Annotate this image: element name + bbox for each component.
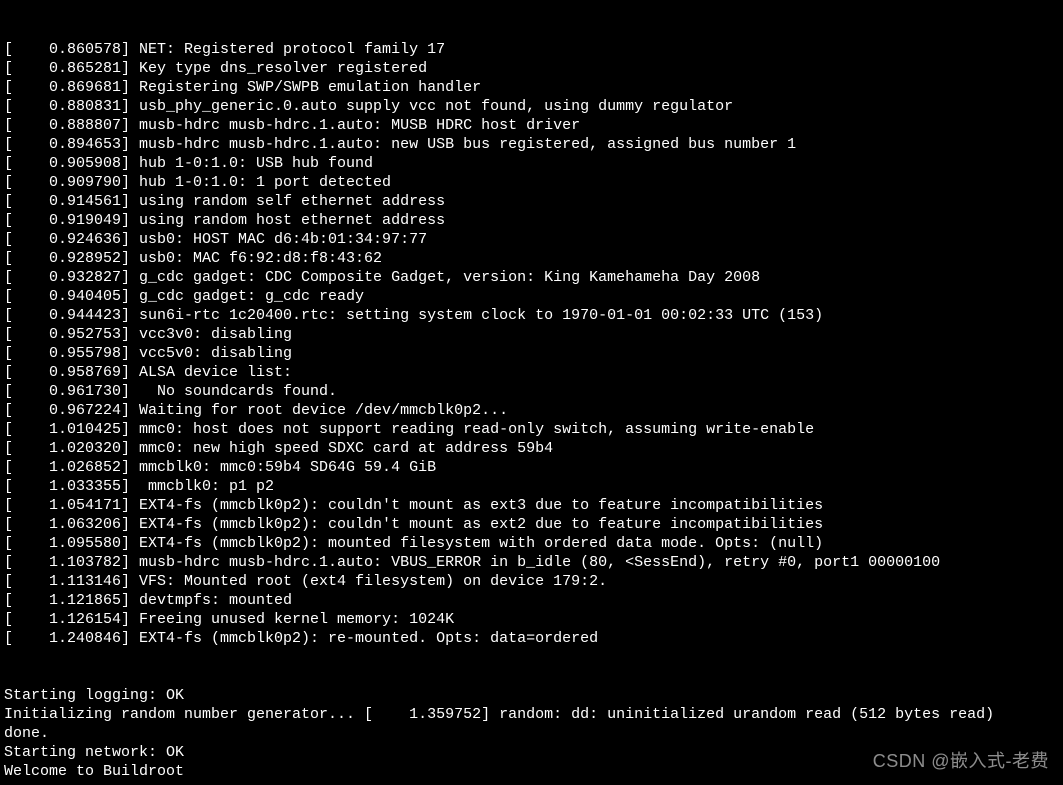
kernel-log-line: [ 0.880831] usb_phy_generic.0.auto suppl… [4,97,1059,116]
kernel-log-line: [ 0.961730] No soundcards found. [4,382,1059,401]
terminal-output[interactable]: [ 0.860578] NET: Registered protocol fam… [0,0,1063,785]
kernel-log-line: [ 0.944423] sun6i-rtc 1c20400.rtc: setti… [4,306,1059,325]
kernel-log-line: [ 0.909790] hub 1-0:1.0: 1 port detected [4,173,1059,192]
kernel-log-line: [ 1.033355] mmcblk0: p1 p2 [4,477,1059,496]
log-line: done. [4,724,1059,743]
kernel-log-line: [ 0.894653] musb-hdrc musb-hdrc.1.auto: … [4,135,1059,154]
kernel-log-line: [ 0.952753] vcc3v0: disabling [4,325,1059,344]
kernel-log-line: [ 0.865281] Key type dns_resolver regist… [4,59,1059,78]
kernel-log-line: [ 1.010425] mmc0: host does not support … [4,420,1059,439]
kernel-log-line: [ 1.240846] EXT4-fs (mmcblk0p2): re-moun… [4,629,1059,648]
userland-log-block: Starting logging: OKInitializing random … [4,686,1059,781]
kernel-log-block: [ 0.860578] NET: Registered protocol fam… [4,40,1059,648]
kernel-log-line: [ 0.924636] usb0: HOST MAC d6:4b:01:34:9… [4,230,1059,249]
kernel-log-line: [ 1.063206] EXT4-fs (mmcblk0p2): couldn'… [4,515,1059,534]
log-line: Starting network: OK [4,743,1059,762]
kernel-log-line: [ 1.103782] musb-hdrc musb-hdrc.1.auto: … [4,553,1059,572]
kernel-log-line: [ 1.020320] mmc0: new high speed SDXC ca… [4,439,1059,458]
kernel-log-line: [ 0.940405] g_cdc gadget: g_cdc ready [4,287,1059,306]
log-line: Initializing random number generator... … [4,705,1059,724]
kernel-log-line: [ 0.860578] NET: Registered protocol fam… [4,40,1059,59]
kernel-log-line: [ 0.888807] musb-hdrc musb-hdrc.1.auto: … [4,116,1059,135]
kernel-log-line: [ 1.054171] EXT4-fs (mmcblk0p2): couldn'… [4,496,1059,515]
kernel-log-line: [ 1.026852] mmcblk0: mmc0:59b4 SD64G 59.… [4,458,1059,477]
kernel-log-line: [ 0.958769] ALSA device list: [4,363,1059,382]
kernel-log-line: [ 1.121865] devtmpfs: mounted [4,591,1059,610]
kernel-log-line: [ 1.095580] EXT4-fs (mmcblk0p2): mounted… [4,534,1059,553]
kernel-log-line: [ 1.113146] VFS: Mounted root (ext4 file… [4,572,1059,591]
kernel-log-line: [ 0.928952] usb0: MAC f6:92:d8:f8:43:62 [4,249,1059,268]
log-line: Starting logging: OK [4,686,1059,705]
kernel-log-line: [ 0.914561] using random self ethernet a… [4,192,1059,211]
log-line: Welcome to Buildroot [4,762,1059,781]
kernel-log-line: [ 1.126154] Freeing unused kernel memory… [4,610,1059,629]
kernel-log-line: [ 0.955798] vcc5v0: disabling [4,344,1059,363]
kernel-log-line: [ 0.967224] Waiting for root device /dev… [4,401,1059,420]
kernel-log-line: [ 0.869681] Registering SWP/SWPB emulati… [4,78,1059,97]
kernel-log-line: [ 0.905908] hub 1-0:1.0: USB hub found [4,154,1059,173]
kernel-log-line: [ 0.919049] using random host ethernet a… [4,211,1059,230]
kernel-log-line: [ 0.932827] g_cdc gadget: CDC Composite … [4,268,1059,287]
